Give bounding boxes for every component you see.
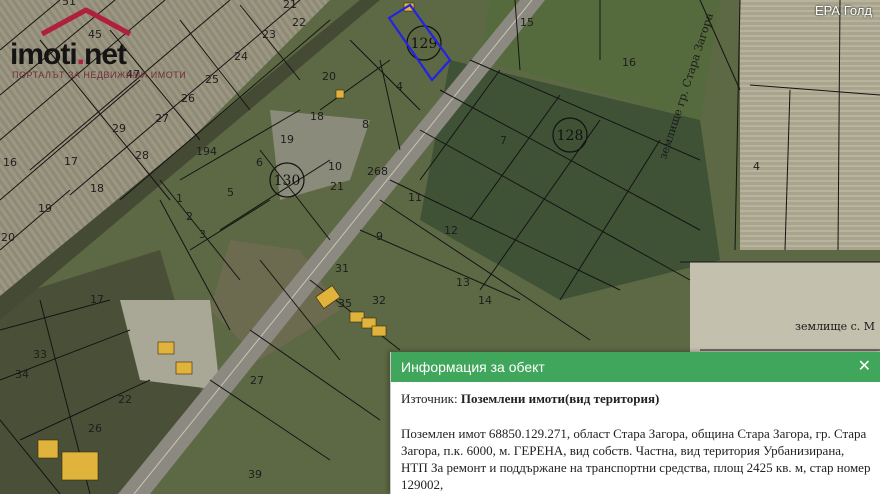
svg-text:21: 21 [330, 180, 344, 193]
svg-text:31: 31 [335, 262, 349, 275]
source-line: Източник: Поземлени имоти(вид територия) [401, 390, 871, 407]
svg-text:6: 6 [256, 156, 263, 169]
svg-text:22: 22 [292, 16, 306, 29]
source-label: Източник: [401, 391, 458, 406]
svg-text:14: 14 [478, 294, 492, 307]
svg-text:19: 19 [280, 133, 294, 146]
svg-text:10: 10 [328, 160, 342, 173]
svg-text:35: 35 [338, 297, 352, 310]
field-area [740, 0, 880, 250]
svg-text:13: 13 [456, 276, 470, 289]
svg-text:11: 11 [408, 191, 422, 204]
svg-text:33: 33 [33, 348, 47, 361]
logo-wordmark: imoti.net [10, 38, 127, 71]
road-label: землище с. М [795, 320, 875, 333]
svg-text:16: 16 [622, 56, 636, 69]
svg-text:21: 21 [283, 0, 297, 11]
svg-text:130: 130 [274, 173, 301, 189]
close-icon[interactable]: ✕ [858, 359, 871, 375]
svg-text:27: 27 [155, 112, 169, 125]
svg-text:34: 34 [15, 368, 29, 381]
svg-text:5: 5 [227, 186, 234, 199]
svg-text:12: 12 [444, 224, 458, 237]
svg-text:18: 18 [90, 182, 104, 195]
brand-watermark: ЕРА Голд [814, 3, 872, 18]
logo-tagline: ПОРТАЛЪТ ЗА НЕДВИЖИМИ ИМОТИ [12, 70, 187, 80]
svg-text:8: 8 [362, 118, 369, 131]
svg-text:27: 27 [250, 374, 264, 387]
svg-text:19: 19 [38, 202, 52, 215]
source-value: Поземлени имоти(вид територия) [460, 391, 660, 406]
panel-body: Източник: Поземлени имоти(вид територия)… [391, 382, 880, 494]
svg-text:194: 194 [196, 145, 217, 158]
svg-text:17: 17 [64, 155, 78, 168]
svg-text:4: 4 [753, 160, 760, 173]
field-area [690, 262, 880, 352]
svg-text:25: 25 [205, 73, 219, 86]
svg-text:20: 20 [1, 231, 15, 244]
svg-text:23: 23 [262, 28, 276, 41]
svg-text:39: 39 [248, 468, 262, 481]
svg-text:18: 18 [310, 110, 324, 123]
panel-header: Информация за обект ✕ [391, 352, 880, 382]
svg-text:24: 24 [234, 50, 248, 63]
svg-text:4: 4 [396, 80, 403, 93]
svg-text:3: 3 [199, 228, 206, 241]
svg-text:1: 1 [176, 192, 183, 205]
svg-text:7: 7 [500, 134, 507, 147]
svg-text:16: 16 [3, 156, 17, 169]
site-logo[interactable]: imoti.net ПОРТАЛЪТ ЗА НЕДВИЖИМИ ИМОТИ [6, 4, 186, 84]
svg-text:17: 17 [90, 293, 104, 306]
object-description: Поземлен имот 68850.129.271, област Стар… [401, 426, 871, 492]
svg-text:29: 29 [112, 122, 126, 135]
svg-text:9: 9 [376, 230, 383, 243]
svg-text:2: 2 [186, 210, 193, 223]
panel-title: Информация за обект [401, 359, 545, 375]
svg-text:28: 28 [135, 149, 149, 162]
svg-text:22: 22 [118, 393, 132, 406]
svg-text:32: 32 [372, 294, 386, 307]
svg-text:268: 268 [367, 165, 388, 178]
svg-text:26: 26 [181, 92, 195, 105]
svg-text:26: 26 [88, 422, 102, 435]
object-info-panel: Информация за обект ✕ Източник: Поземлен… [390, 352, 880, 494]
svg-text:128: 128 [557, 128, 584, 144]
svg-text:20: 20 [322, 70, 336, 83]
svg-text:15: 15 [520, 16, 534, 29]
